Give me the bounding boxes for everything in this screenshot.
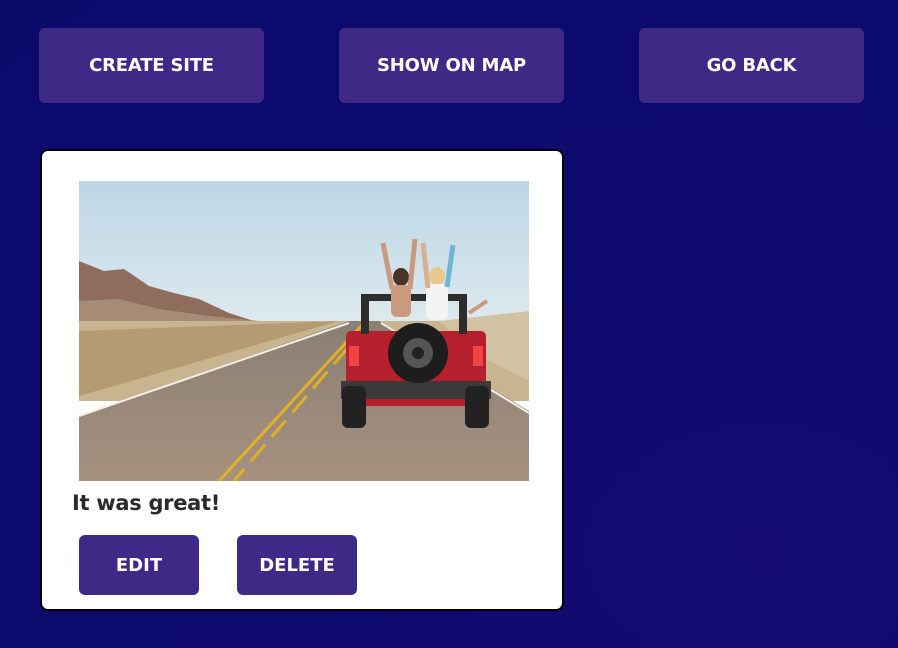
create-site-button[interactable]: CREATE SITE [39,28,264,103]
delete-button[interactable]: DELETE [237,535,357,595]
site-caption: It was great! [72,491,221,515]
go-back-button[interactable]: GO BACK [639,28,864,103]
show-on-map-button[interactable]: SHOW ON MAP [339,28,564,103]
site-card: It was great! EDIT DELETE [40,149,564,611]
site-photo [79,181,529,481]
edit-button[interactable]: EDIT [79,535,199,595]
